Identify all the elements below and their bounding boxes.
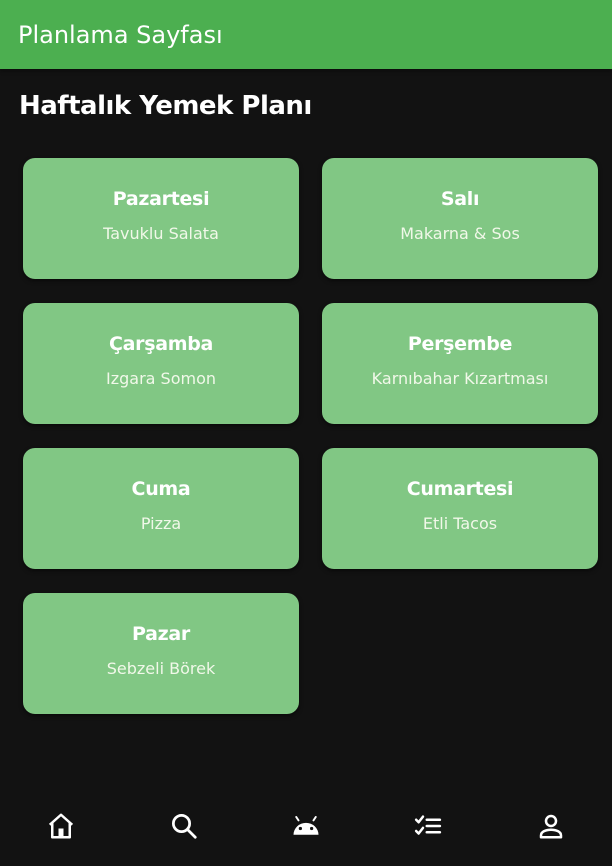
day-name: Cumartesi xyxy=(406,478,514,500)
meal-name: Etli Tacos xyxy=(422,514,498,533)
day-card-cumartesi[interactable]: Cumartesi Etli Tacos xyxy=(322,448,598,569)
search-icon xyxy=(171,814,197,839)
bottom-navigation xyxy=(0,786,612,866)
day-card-pazar[interactable]: Pazar Sebzeli Börek xyxy=(23,593,299,714)
day-name: Perşembe xyxy=(407,333,513,355)
page-title: Haftalık Yemek Planı xyxy=(19,91,312,121)
nav-android[interactable] xyxy=(245,786,367,866)
app-bar: Planlama Sayfası xyxy=(0,0,612,69)
meal-name: Tavuklu Salata xyxy=(103,224,219,243)
app-bar-title: Planlama Sayfası xyxy=(18,20,223,49)
meal-name: Izgara Somon xyxy=(105,369,216,388)
day-card-cuma[interactable]: Cuma Pizza xyxy=(23,448,299,569)
home-icon xyxy=(49,813,74,839)
day-card-sali[interactable]: Salı Makarna & Sos xyxy=(322,158,598,279)
day-name: Pazar xyxy=(132,623,190,645)
meal-name: Pizza xyxy=(140,514,182,533)
nav-home[interactable] xyxy=(0,786,122,866)
checklist-icon xyxy=(415,815,442,835)
meal-plan-grid: Pazartesi Tavuklu Salata Salı Makarna & … xyxy=(23,158,598,714)
meal-name: Karnıbahar Kızartması xyxy=(371,369,549,388)
day-card-pazartesi[interactable]: Pazartesi Tavuklu Salata xyxy=(23,158,299,279)
meal-name: Makarna & Sos xyxy=(400,224,520,243)
nav-search[interactable] xyxy=(122,786,244,866)
day-name: Çarşamba xyxy=(108,333,214,355)
person-icon xyxy=(539,814,563,839)
day-card-carsamba[interactable]: Çarşamba Izgara Somon xyxy=(23,303,299,424)
nav-profile[interactable] xyxy=(490,786,612,866)
day-name: Pazartesi xyxy=(112,188,210,210)
day-name: Salı xyxy=(440,188,480,210)
android-icon xyxy=(293,816,319,835)
meal-name: Sebzeli Börek xyxy=(106,659,216,678)
nav-checklist[interactable] xyxy=(367,786,489,866)
day-card-persembe[interactable]: Perşembe Karnıbahar Kızartması xyxy=(322,303,598,424)
day-name: Cuma xyxy=(131,478,191,500)
